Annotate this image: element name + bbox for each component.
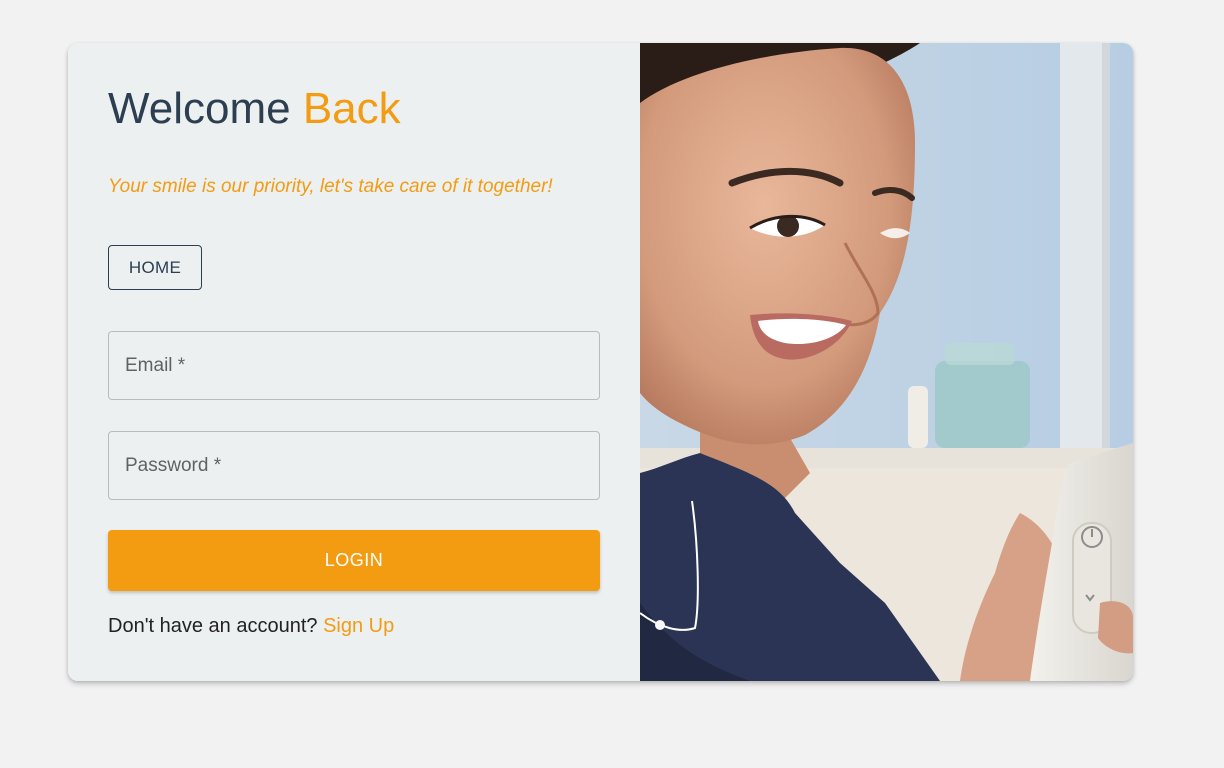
email-input[interactable] — [109, 332, 599, 399]
login-form-panel: Welcome Back Your smile is our priority,… — [68, 43, 640, 681]
signup-prompt: Don't have an account? — [108, 615, 318, 637]
tagline: Your smile is our priority, let's take c… — [108, 176, 553, 197]
page-title: Welcome Back — [108, 85, 401, 133]
password-input[interactable] — [109, 432, 599, 499]
title-welcome: Welcome — [108, 84, 291, 133]
signup-link[interactable]: Sign Up — [323, 615, 394, 637]
email-field — [108, 331, 600, 400]
signup-line: Don't have an account? Sign Up — [108, 615, 394, 638]
hero-photo — [640, 43, 1133, 681]
password-field — [108, 431, 600, 500]
hero-image-panel — [640, 43, 1133, 681]
title-back: Back — [302, 84, 401, 133]
home-button[interactable]: HOME — [108, 245, 202, 290]
login-button[interactable]: LOGIN — [108, 530, 600, 591]
login-card: Welcome Back Your smile is our priority,… — [68, 43, 1133, 681]
